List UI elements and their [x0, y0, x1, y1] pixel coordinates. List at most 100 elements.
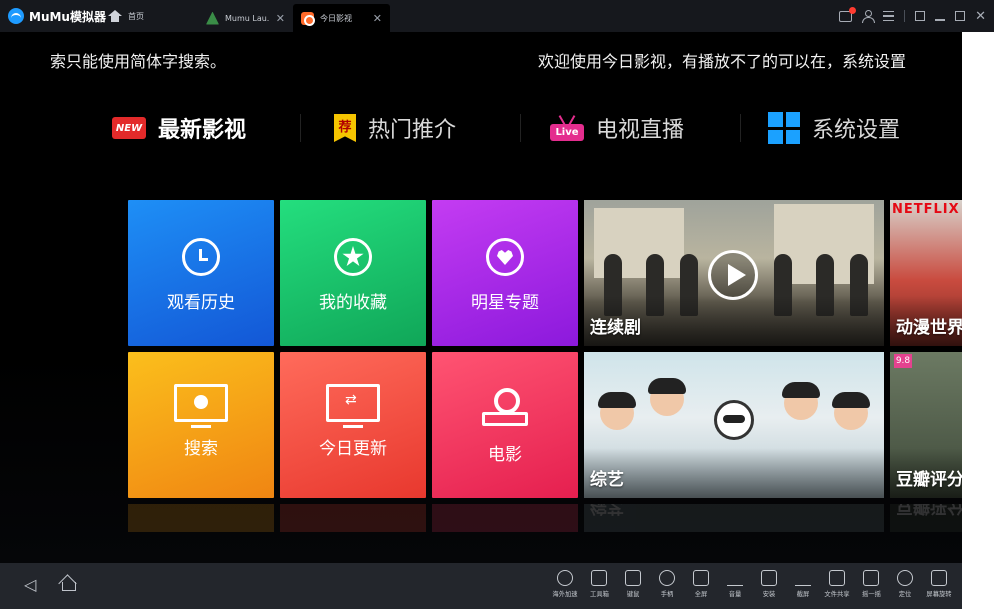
- nav-settings[interactable]: 系统设置: [768, 106, 900, 150]
- home-tab[interactable]: 首页: [108, 0, 144, 32]
- nav-live-tv[interactable]: Live 电视直播: [550, 106, 684, 150]
- tool-volume[interactable]: 音量: [718, 567, 752, 607]
- apk-install-icon: [761, 570, 777, 586]
- emulator-bottom-bar: ◁ 海外加速 工具箱 键鼠 手柄 全屏 音量 安装 截屏 文件共享 摇一摇 定位…: [0, 563, 962, 609]
- tool-gamepad[interactable]: 手柄: [650, 567, 684, 607]
- app-brand[interactable]: MuMu模拟器: [8, 0, 106, 32]
- tile-movies[interactable]: 电影: [432, 352, 578, 498]
- rotate-icon: [931, 570, 947, 586]
- tile-label: 观看历史: [167, 293, 235, 313]
- banner-label: 综艺: [590, 470, 624, 490]
- banner-anime[interactable]: NETFLIX 动漫世界: [890, 200, 962, 346]
- close-window-icon[interactable]: ✕: [975, 9, 986, 24]
- banner-label: 动漫世界: [896, 318, 962, 338]
- notification-icon[interactable]: [839, 6, 857, 22]
- banner-label: 豆瓣评分: [896, 470, 962, 490]
- windows-icon: [768, 112, 800, 144]
- divider: [300, 114, 301, 142]
- back-icon[interactable]: ◁: [24, 575, 36, 594]
- nav-label: 电视直播: [596, 118, 685, 143]
- play-icon[interactable]: [708, 250, 758, 300]
- star-icon: [334, 238, 372, 276]
- window-edge: [962, 32, 994, 609]
- nav-recommend[interactable]: 荐 热门推介: [334, 106, 456, 150]
- launcher-icon: [206, 11, 219, 25]
- tab-label: 今日影视: [320, 13, 352, 23]
- close-tab-icon[interactable]: ✕: [276, 12, 285, 25]
- tool-rotate[interactable]: 屏幕旋转: [922, 567, 956, 607]
- close-tab-icon[interactable]: ✕: [373, 12, 382, 25]
- window-controls: ✕: [839, 0, 986, 32]
- banner-face: [598, 392, 636, 430]
- user-icon[interactable]: [862, 10, 876, 23]
- tile-label: 搜索: [184, 439, 218, 459]
- home-icon: [108, 10, 122, 22]
- tool-keyboard[interactable]: 键鼠: [616, 567, 650, 607]
- nav-label: 系统设置: [812, 118, 901, 143]
- tool-toolbox[interactable]: 工具箱: [582, 567, 616, 607]
- tab-mumu-launcher[interactable]: Mumu Lau... ✕: [198, 4, 293, 32]
- location-icon: [897, 570, 913, 586]
- new-icon: NEW: [112, 117, 146, 139]
- banner-variety-show[interactable]: 综艺: [584, 352, 884, 498]
- clock-icon: [182, 238, 220, 276]
- nav-label: 热门推介: [368, 118, 457, 143]
- divider: [904, 10, 906, 22]
- score-badge: 9.8: [894, 354, 912, 368]
- netflix-logo: NETFLIX: [892, 202, 960, 217]
- tile-label: 电影: [488, 445, 522, 465]
- recommend-icon: 荐: [334, 114, 356, 142]
- shake-icon: [863, 570, 879, 586]
- folder-icon: [829, 570, 845, 586]
- tool-location[interactable]: 定位: [888, 567, 922, 607]
- today-video-app-icon: [301, 11, 315, 26]
- tile-label: 明星专题: [471, 293, 539, 313]
- banner-face: [782, 382, 820, 420]
- tool-install-apk[interactable]: 安装: [752, 567, 786, 607]
- tool-screenshot[interactable]: 截屏: [786, 567, 820, 607]
- accelerate-icon: [557, 570, 573, 586]
- tab-label: Mumu Lau...: [225, 13, 270, 23]
- marquee-text-right: 欢迎使用今日影视，有播放不了的可以在，系统设置: [538, 52, 907, 71]
- tab-today-video[interactable]: 今日影视 ✕: [293, 4, 390, 32]
- marquee-text-left: 索只能使用简体字搜索。: [50, 52, 227, 71]
- tool-fullscreen[interactable]: 全屏: [684, 567, 718, 607]
- live-tv-icon: Live: [550, 115, 584, 141]
- title-bar: MuMu模拟器 首页 Mumu Lau... ✕ 今日影视 ✕ ✕: [0, 0, 994, 32]
- app-content: 索只能使用简体字搜索。 欢迎使用今日影视，有播放不了的可以在，系统设置 NEW …: [0, 32, 962, 563]
- refresh-monitor-icon: ⇄: [326, 384, 380, 428]
- banner-label: 连续剧: [590, 318, 641, 338]
- tool-shake[interactable]: 摇一摇: [854, 567, 888, 607]
- home-button-icon[interactable]: [60, 574, 76, 591]
- divider: [520, 114, 521, 142]
- nav-latest[interactable]: NEW 最新影视: [112, 106, 246, 150]
- banner-reflection: 豆瓣评分: [890, 504, 962, 532]
- banner-tv-series[interactable]: 连续剧: [584, 200, 884, 346]
- tile-label: 我的收藏: [319, 293, 387, 313]
- restore-icon[interactable]: [915, 11, 926, 21]
- tile-reflection: [128, 504, 578, 532]
- maximize-icon[interactable]: [955, 11, 966, 21]
- banner-reflection: 综艺: [584, 504, 884, 532]
- banner-douban-rating[interactable]: 9.8 豆瓣评分: [890, 352, 962, 498]
- emulator-toolbar: 海外加速 工具箱 键鼠 手柄 全屏 音量 安装 截屏 文件共享 摇一摇 定位 屏…: [548, 567, 956, 607]
- tool-accelerate[interactable]: 海外加速: [548, 567, 582, 607]
- toolbox-icon: [591, 570, 607, 586]
- search-monitor-icon: [174, 384, 228, 428]
- tile-label: 今日更新: [319, 439, 387, 459]
- mascot-icon: [714, 400, 754, 440]
- tile-celebrity-topics[interactable]: 明星专题: [432, 200, 578, 346]
- tile-watch-history[interactable]: 观看历史: [128, 200, 274, 346]
- minimize-icon[interactable]: [935, 19, 946, 21]
- crop-icon: [795, 570, 811, 586]
- fullscreen-icon: [693, 570, 709, 586]
- tile-today-update[interactable]: ⇄ 今日更新: [280, 352, 426, 498]
- tile-search[interactable]: 搜索: [128, 352, 274, 498]
- tool-file-share[interactable]: 文件共享: [820, 567, 854, 607]
- tile-my-favorites[interactable]: 我的收藏: [280, 200, 426, 346]
- banner-face: [832, 392, 870, 430]
- nav-label: 最新影视: [158, 118, 247, 143]
- volume-icon: [727, 570, 743, 586]
- brand-name: MuMu模拟器: [29, 9, 106, 24]
- menu-icon[interactable]: [883, 11, 895, 21]
